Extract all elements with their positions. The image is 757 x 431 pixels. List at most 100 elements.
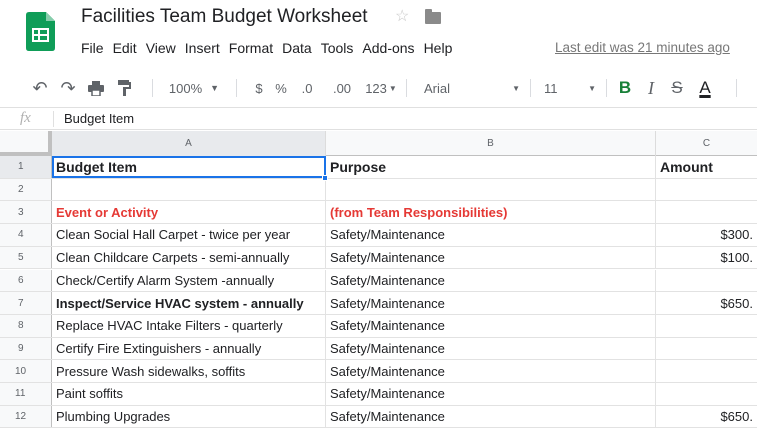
menu-insert[interactable]: Insert: [185, 38, 220, 58]
document-title[interactable]: Facilities Team Budget Worksheet: [81, 6, 368, 28]
cell-a12[interactable]: Plumbing Upgrades: [52, 405, 326, 428]
percent-format-button[interactable]: %: [274, 72, 288, 104]
fill-handle[interactable]: [322, 175, 328, 181]
folder-icon[interactable]: [425, 9, 441, 24]
cell-a7[interactable]: Inspect/Service HVAC system - annually: [52, 292, 326, 314]
more-formats-label: 123: [365, 80, 387, 96]
row-header[interactable]: 7: [0, 292, 52, 314]
fx-icon: fx: [20, 110, 31, 126]
zoom-select[interactable]: 100% ▼: [166, 72, 222, 104]
menu-format[interactable]: Format: [229, 38, 273, 58]
italic-button[interactable]: I: [640, 72, 662, 104]
formula-input[interactable]: Budget Item: [64, 111, 134, 126]
print-icon[interactable]: [86, 72, 106, 104]
table-row: 1 Budget Item Purpose Amount: [0, 156, 757, 179]
cell-a5[interactable]: Clean Childcare Carpets - semi-annually: [52, 246, 326, 269]
formula-divider: [53, 111, 54, 127]
text-color-button[interactable]: A: [694, 72, 716, 104]
row-header[interactable]: 6: [0, 269, 52, 292]
cell-a8[interactable]: Replace HVAC Intake Filters - quarterly: [52, 314, 326, 337]
cell-b1[interactable]: Purpose: [326, 156, 656, 178]
cell-b3[interactable]: (from Team Responsibilities): [326, 201, 656, 224]
chevron-down-icon: ▼: [210, 83, 220, 93]
cell-c8[interactable]: [656, 315, 757, 337]
cell-c11[interactable]: [656, 383, 757, 405]
cell-b7[interactable]: Safety/Maintenance: [326, 292, 656, 314]
font-family-select[interactable]: Arial ▼: [420, 72, 524, 104]
table-row: 8 Replace HVAC Intake Filters - quarterl…: [0, 314, 757, 338]
column-header-a[interactable]: A: [52, 131, 326, 156]
cell-b8[interactable]: Safety/Maintenance: [326, 314, 656, 337]
decrease-decimal-button[interactable]: .0: [296, 72, 318, 104]
column-header-b[interactable]: B: [326, 131, 656, 156]
table-row: 4 Clean Social Hall Carpet - twice per y…: [0, 224, 757, 247]
row-header[interactable]: 8: [0, 314, 52, 337]
cell-c2[interactable]: [656, 179, 757, 201]
cell-c7[interactable]: $650.: [656, 292, 757, 314]
cell-c5[interactable]: $100.: [656, 247, 757, 269]
menu-file[interactable]: File: [81, 38, 104, 58]
strikethrough-button[interactable]: S: [666, 72, 688, 104]
cell-c10[interactable]: [656, 360, 757, 382]
cell-c12[interactable]: $650.: [656, 406, 757, 428]
toolbar-divider: [152, 79, 153, 97]
row-header[interactable]: 1: [0, 156, 52, 178]
redo-icon[interactable]: ↷: [58, 72, 78, 104]
cell-a1[interactable]: Budget Item: [52, 156, 326, 178]
menu-addons[interactable]: Add-ons: [362, 38, 414, 58]
cell-a10[interactable]: Pressure Wash sidewalks, soffits: [52, 360, 326, 382]
cell-b4[interactable]: Safety/Maintenance: [326, 224, 656, 246]
increase-decimal-button[interactable]: .00: [328, 72, 356, 104]
cell-a3[interactable]: Event or Activity: [52, 201, 326, 224]
row-header[interactable]: 5: [0, 246, 52, 269]
row-header[interactable]: 4: [0, 224, 52, 246]
cell-c3[interactable]: [656, 201, 757, 223]
row-header[interactable]: 11: [0, 383, 52, 405]
undo-icon[interactable]: ↶: [30, 72, 50, 104]
row-header[interactable]: 9: [0, 337, 52, 360]
menu-tools[interactable]: Tools: [321, 38, 354, 58]
cell-b11[interactable]: Safety/Maintenance: [326, 383, 656, 405]
cell-a4[interactable]: Clean Social Hall Carpet - twice per yea…: [52, 224, 326, 246]
sheets-logo-icon[interactable]: [26, 12, 55, 51]
toolbar-divider: [736, 79, 737, 97]
zoom-value: 100%: [168, 80, 203, 96]
last-edit-link[interactable]: Last edit was 21 minutes ago: [555, 40, 730, 55]
column-header-c[interactable]: C: [656, 131, 757, 156]
cell-c6[interactable]: [656, 270, 757, 292]
cell-b6[interactable]: Safety/Maintenance: [326, 269, 656, 292]
menu-view[interactable]: View: [146, 38, 176, 58]
paint-format-icon[interactable]: [114, 72, 134, 104]
menu-help[interactable]: Help: [424, 38, 453, 58]
chevron-down-icon: ▼: [388, 83, 397, 93]
cell-c4[interactable]: $300.: [656, 224, 757, 246]
cell-a2[interactable]: [52, 178, 326, 201]
cell-c1[interactable]: Amount: [656, 156, 757, 178]
font-size-select[interactable]: 11 ▼: [538, 72, 602, 104]
menu-edit[interactable]: Edit: [113, 38, 137, 58]
star-icon[interactable]: ☆: [395, 6, 409, 26]
cell-b2[interactable]: [326, 178, 656, 201]
row-header[interactable]: 2: [0, 178, 52, 201]
currency-format-button[interactable]: $: [252, 72, 266, 104]
cell-b5[interactable]: Safety/Maintenance: [326, 246, 656, 269]
row-header[interactable]: 3: [0, 201, 52, 224]
cell-b12[interactable]: Safety/Maintenance: [326, 405, 656, 428]
bold-button[interactable]: B: [614, 72, 636, 104]
toolbar-divider: [236, 79, 237, 97]
cell-a6[interactable]: Check/Certify Alarm System -annually: [52, 269, 326, 292]
cell-b10[interactable]: Safety/Maintenance: [326, 360, 656, 382]
menu-data[interactable]: Data: [282, 38, 312, 58]
table-row: 6 Check/Certify Alarm System -annually S…: [0, 269, 757, 293]
cell-c9[interactable]: [656, 338, 757, 360]
chevron-down-icon: ▼: [512, 83, 520, 93]
row-header[interactable]: 12: [0, 405, 52, 428]
cell-a9[interactable]: Certify Fire Extinguishers - annually: [52, 337, 326, 360]
more-formats-button[interactable]: 123 ▼: [362, 72, 400, 104]
toolbar-divider: [406, 79, 407, 97]
row-header[interactable]: 10: [0, 360, 52, 382]
formula-bar: fx Budget Item: [0, 107, 757, 130]
cell-b9[interactable]: Safety/Maintenance: [326, 337, 656, 360]
cell-a11[interactable]: Paint soffits: [52, 383, 326, 405]
select-all-corner[interactable]: [0, 131, 52, 156]
